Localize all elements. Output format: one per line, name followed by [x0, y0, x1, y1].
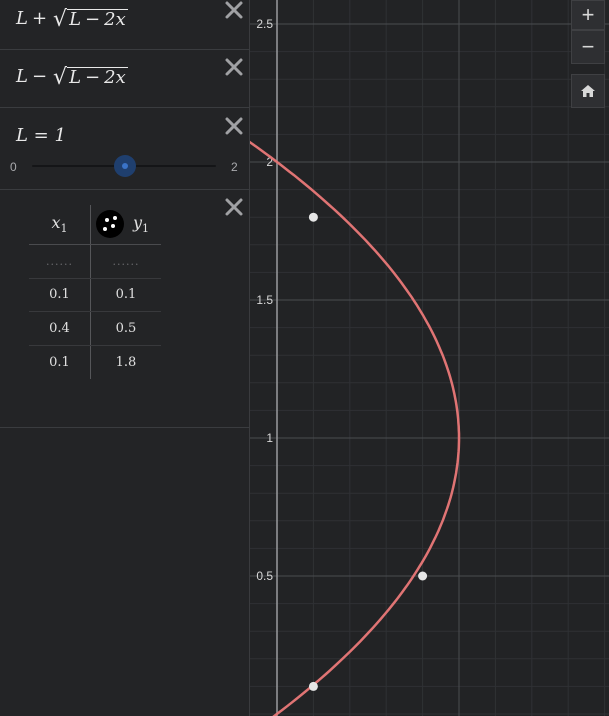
expression-2-formula[interactable]: L − √ L −2x [16, 64, 128, 90]
expression-2-operator: − [31, 66, 48, 87]
expression-row-2[interactable]: L − √ L −2x [0, 50, 250, 108]
minus-icon: − [581, 34, 595, 59]
radicand-operator: − [85, 66, 101, 88]
y-header-subscript: 1 [142, 222, 150, 236]
column-header-y[interactable]: y1 [91, 205, 161, 244]
sqrt-symbol: √ L −2x [53, 64, 128, 90]
close-icon [225, 198, 243, 216]
slider-max-label: 2 [231, 160, 238, 174]
point-style-icon[interactable] [96, 210, 124, 238]
table-header: x1 y1 [29, 205, 161, 245]
close-icon [225, 117, 243, 135]
table-cell-y[interactable]: 1.8 [91, 346, 161, 380]
slider-expression-label[interactable]: L = 1 [16, 125, 66, 146]
table-cell-x[interactable]: 0.4 [29, 312, 91, 345]
zoom-out-button[interactable]: − [571, 30, 605, 64]
expression-2-lhs: L [16, 66, 28, 87]
x-header-subscript: 1 [60, 222, 68, 236]
plus-icon: + [581, 2, 595, 27]
radical-sign-icon: √ [53, 6, 68, 32]
slider-expression-row[interactable]: L = 1 [0, 108, 250, 190]
zoom-in-button[interactable]: + [571, 0, 605, 30]
data-table: x1 y1 ...... ...... 0.1 0.1 0.4 0.5 0.1 … [29, 205, 161, 379]
graph-canvas[interactable]: 2.5 2 1.5 1 0.5 [250, 0, 609, 716]
delete-expression-1-button[interactable] [224, 0, 244, 20]
table-row: 0.1 1.8 [29, 345, 161, 380]
table-cell-y[interactable]: 0.1 [91, 279, 161, 312]
radicand-operator: − [85, 8, 101, 30]
delete-slider-button[interactable] [224, 116, 244, 136]
data-point [308, 212, 318, 222]
radical-sign-icon: √ [53, 64, 68, 90]
delete-expression-2-button[interactable] [224, 57, 244, 77]
expression-row-1[interactable]: L + √ L −2x [0, 0, 250, 50]
x-header-text: x [51, 213, 61, 233]
column-header-x[interactable]: x1 [29, 205, 91, 244]
data-point [418, 571, 428, 581]
data-point [308, 681, 318, 691]
table-row: 0.4 0.5 [29, 312, 161, 346]
close-icon [225, 58, 243, 76]
expression-2-radicand: L −2x [67, 66, 128, 88]
placeholder-cell[interactable]: ...... [113, 255, 140, 268]
y-tick-label: 0.5 [256, 569, 273, 583]
expression-1-formula[interactable]: L + √ L −2x [16, 6, 128, 32]
home-icon [581, 85, 595, 97]
radicand-var: L [69, 8, 82, 30]
delete-table-button[interactable] [224, 197, 244, 217]
table-cell-x[interactable]: 0.1 [29, 345, 91, 379]
expression-1-lhs: L [16, 8, 28, 29]
y-tick-label: 2.5 [256, 17, 273, 31]
sqrt-symbol: √ L −2x [53, 6, 128, 32]
table-cell-y[interactable]: 0.5 [91, 312, 161, 345]
parabola-curve [250, 140, 461, 716]
radicand-term: 2x [104, 8, 126, 30]
y-tick-label: 1 [266, 431, 273, 445]
radicand-term: 2x [104, 66, 126, 88]
expression-1-radicand: L −2x [67, 8, 128, 30]
graph-svg[interactable]: 2.521.510.5 [250, 0, 609, 716]
placeholder-cell[interactable]: ...... [46, 255, 73, 268]
expression-1-operator: + [31, 8, 48, 29]
table-cell-x[interactable]: 0.1 [29, 278, 91, 311]
expression-list: L + √ L −2x L − √ L −2x L = 1 0 2 x1 y1 … [0, 0, 250, 716]
table-row-placeholder[interactable]: ...... ...... [29, 245, 161, 279]
slider-min-label: 0 [10, 160, 17, 174]
table-row: 0.1 0.1 [29, 278, 161, 312]
home-button[interactable] [571, 74, 605, 108]
y-header-text: y [132, 213, 143, 233]
radicand-var: L [69, 66, 82, 88]
y-tick-label: 1.5 [256, 293, 273, 307]
close-icon [225, 1, 243, 19]
slider-thumb[interactable] [114, 155, 136, 177]
